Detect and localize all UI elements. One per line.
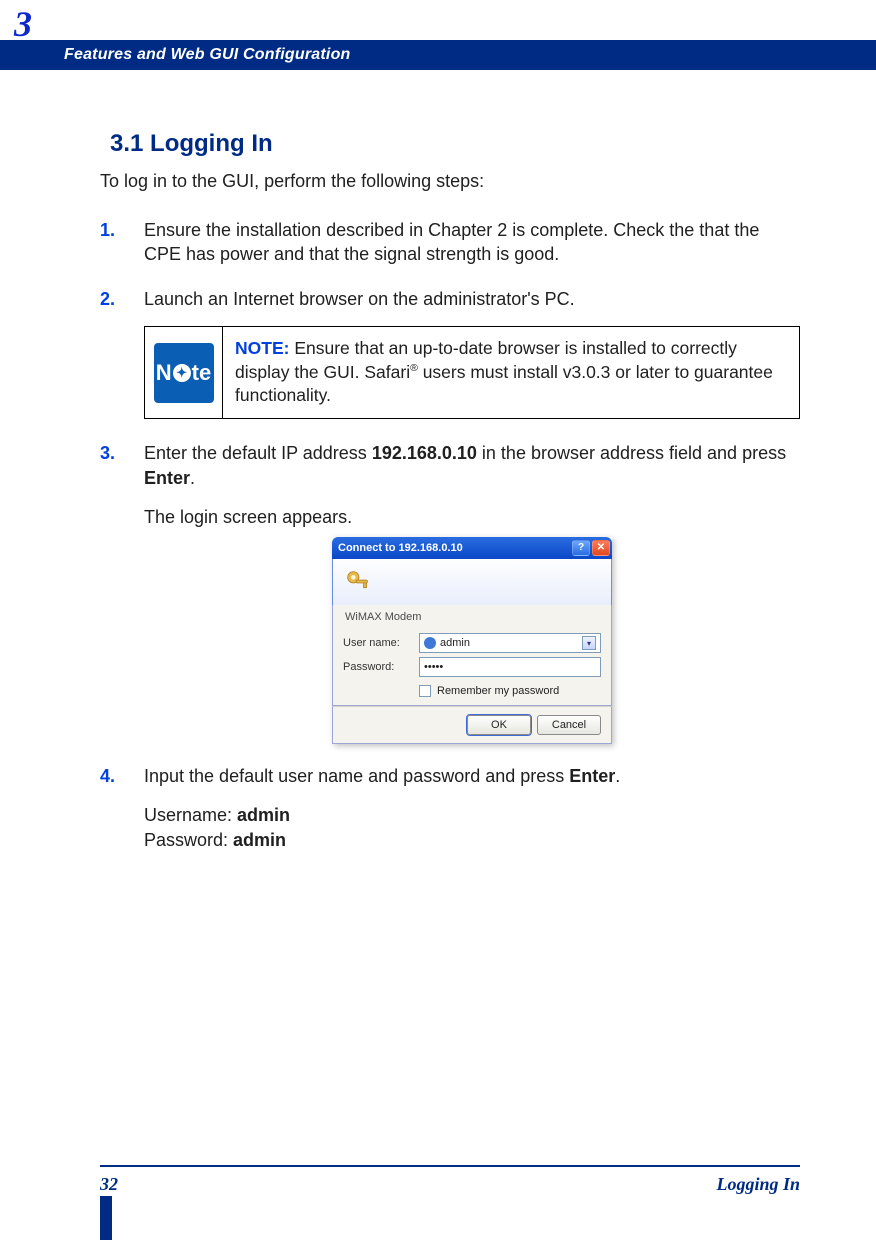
password-value: ••••• xyxy=(424,661,443,673)
password-label: Password: xyxy=(343,661,413,673)
note-badge-te: te xyxy=(192,362,212,384)
step-text: Input the default user name and password… xyxy=(144,766,620,786)
section-heading: 3.1 Logging In xyxy=(110,130,800,159)
step3-ip: 192.168.0.10 xyxy=(372,443,477,463)
username-value: admin xyxy=(440,637,470,649)
password-field[interactable]: ••••• xyxy=(419,657,601,677)
dialog-button-bar: OK Cancel xyxy=(332,706,612,744)
step-number: 3. xyxy=(100,441,115,466)
step-text: Launch an Internet browser on the admini… xyxy=(144,289,575,309)
step3-tail: . xyxy=(190,468,195,488)
page-body: 3.1 Logging In To log in to the GUI, per… xyxy=(100,130,800,873)
keys-icon xyxy=(343,567,373,597)
step4-enter: Enter xyxy=(569,766,615,786)
remember-label: Remember my password xyxy=(437,685,559,697)
section-intro: To log in to the GUI, perform the follow… xyxy=(100,169,800,194)
footer-side-tab xyxy=(100,1196,112,1240)
note-callout: N✦te NOTE: Ensure that an up-to-date bro… xyxy=(144,326,800,419)
help-button[interactable]: ? xyxy=(572,540,590,556)
step-text: Ensure the installation described in Cha… xyxy=(144,220,759,265)
footer-rule xyxy=(100,1165,800,1167)
password-cred-label: Password: xyxy=(144,830,233,850)
step4-pre: Input the default user name and password… xyxy=(144,766,569,786)
step4-tail: . xyxy=(615,766,620,786)
close-button[interactable]: ✕ xyxy=(592,540,610,556)
step3-mid: in the browser address field and press xyxy=(477,443,786,463)
step-number: 2. xyxy=(100,287,115,312)
remember-checkbox-row[interactable]: Remember my password xyxy=(419,685,601,697)
username-cred-value: admin xyxy=(237,805,290,825)
dialog-titlebar: Connect to 192.168.0.10 ? ✕ xyxy=(332,537,612,559)
user-icon xyxy=(424,637,436,649)
login-dialog-figure: Connect to 192.168.0.10 ? ✕ xyxy=(144,537,800,744)
chevron-down-icon[interactable]: ▾ xyxy=(582,636,596,650)
chapter-number: 3 xyxy=(14,6,32,42)
cancel-button[interactable]: Cancel xyxy=(537,715,601,735)
credentials: Username: admin Password: admin xyxy=(144,803,800,853)
step3-enter: Enter xyxy=(144,468,190,488)
ok-button[interactable]: OK xyxy=(467,715,531,735)
step-4: 4. Input the default user name and passw… xyxy=(100,764,800,852)
login-dialog: Connect to 192.168.0.10 ? ✕ xyxy=(332,537,612,744)
footer-page-number: 32 xyxy=(100,1175,118,1193)
dialog-body: WiMAX Modem User name: admin ▾ Password: xyxy=(332,605,612,706)
registered-mark: ® xyxy=(410,362,418,374)
chapter-header-bar: Features and Web GUI Configuration xyxy=(0,40,876,70)
step-1: 1. Ensure the installation described in … xyxy=(100,218,800,268)
remember-checkbox[interactable] xyxy=(419,685,431,697)
username-label: User name: xyxy=(343,637,413,649)
step-2: 2. Launch an Internet browser on the adm… xyxy=(100,287,800,419)
username-field[interactable]: admin ▾ xyxy=(419,633,601,653)
chapter-title: Features and Web GUI Configuration xyxy=(0,40,876,70)
note-lead: NOTE: xyxy=(235,338,289,358)
note-text: NOTE: Ensure that an up-to-date browser … xyxy=(223,327,799,418)
dialog-banner xyxy=(332,559,612,605)
username-cred-label: Username: xyxy=(144,805,237,825)
step-list: 1. Ensure the installation described in … xyxy=(100,218,800,853)
globe-icon: ✦ xyxy=(173,364,191,382)
dialog-title-text: Connect to 192.168.0.10 xyxy=(338,542,463,554)
step-number: 1. xyxy=(100,218,115,243)
step-3: 3. Enter the default IP address 192.168.… xyxy=(100,441,800,744)
password-row: Password: ••••• xyxy=(343,657,601,677)
dialog-realm: WiMAX Modem xyxy=(343,611,601,629)
step3-pre: Enter the default IP address xyxy=(144,443,372,463)
footer-section-name: Logging In xyxy=(716,1175,800,1193)
note-icon-cell: N✦te xyxy=(145,327,223,418)
note-icon: N✦te xyxy=(154,343,214,403)
step-text: Enter the default IP address 192.168.0.1… xyxy=(144,443,786,488)
step-number: 4. xyxy=(100,764,115,789)
password-cred-value: admin xyxy=(233,830,286,850)
step3-after: The login screen appears. xyxy=(144,505,800,530)
note-badge-n: N xyxy=(156,362,172,384)
username-row: User name: admin ▾ xyxy=(343,633,601,653)
